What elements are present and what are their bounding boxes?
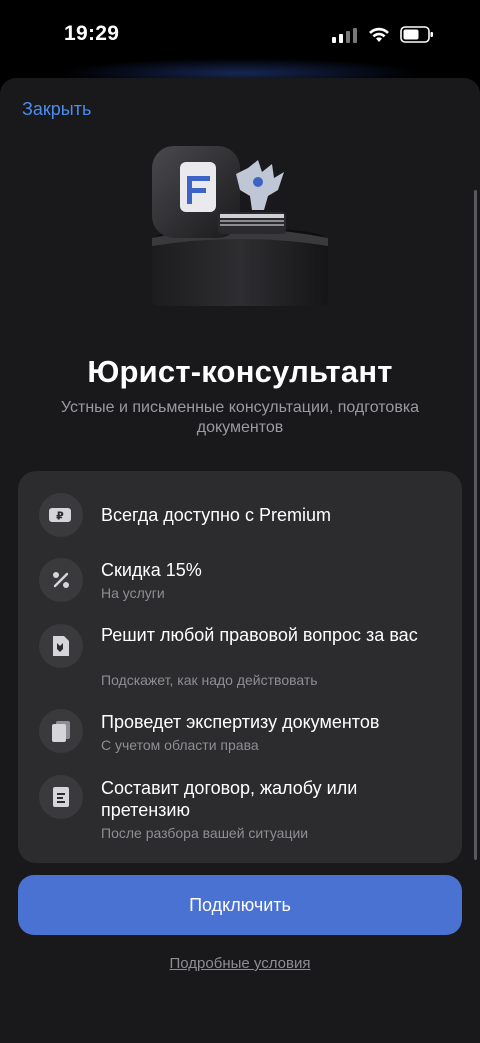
close-button[interactable]: Закрыть <box>22 99 91 120</box>
contract-icon <box>39 775 83 819</box>
feature-subtitle: Подскажет, как надо действовать <box>101 672 318 688</box>
feature-title: Проведет экспертизу документов <box>101 712 380 732</box>
lawyer-illustration <box>152 146 328 306</box>
feature-subtitle: С учетом области права <box>101 737 259 753</box>
status-icons <box>332 26 434 43</box>
feature-title: Скидка 15% <box>101 560 202 580</box>
scrollbar[interactable] <box>474 190 477 860</box>
battery-icon <box>400 26 433 43</box>
terms-link[interactable]: Подробные условия <box>0 955 480 972</box>
connect-button[interactable]: Подключить <box>18 875 462 935</box>
feature-title: Составит договор, жалобу или претензию <box>101 778 358 820</box>
page-title: Юрист-консультант <box>87 354 393 389</box>
feature-title: Решит любой правовой вопрос за вас <box>101 625 418 645</box>
page-subtitle: Устные и письменные консультации, подгот… <box>60 399 420 436</box>
percent-icon <box>39 558 83 602</box>
documents-stack-icon <box>39 709 83 753</box>
legal-document-icon <box>39 624 83 668</box>
feature-subtitle: После разбора вашей ситуации <box>101 825 309 841</box>
svg-text:₽: ₽ <box>56 510 64 523</box>
modal-sheet: Закрыть Юрист-консультант Устные и письм… <box>0 78 480 1043</box>
ruble-card-icon: ₽ <box>39 493 83 537</box>
features-card: ₽ Всегда доступно с Premium Скидка 15% Н… <box>18 471 462 863</box>
wifi-icon <box>369 27 389 42</box>
feature-subtitle: На услуги <box>101 585 165 601</box>
feature-title: Всегда доступно с Premium <box>101 505 331 525</box>
cellular-signal-icon <box>332 27 357 43</box>
status-time: 19:29 <box>64 22 120 45</box>
